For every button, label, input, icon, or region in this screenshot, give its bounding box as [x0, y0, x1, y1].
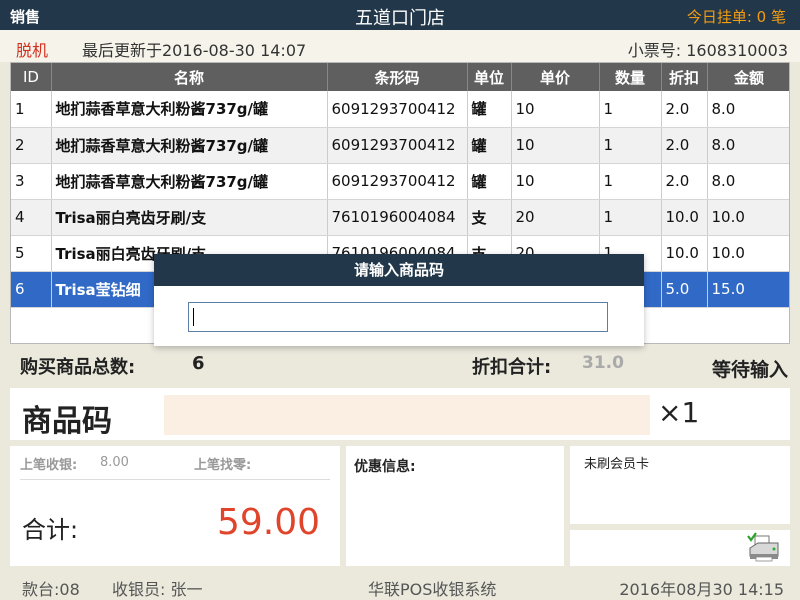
- cell-id: 1: [11, 91, 52, 128]
- col-name: 名称: [51, 63, 328, 91]
- cell-name: Trisa丽白亮齿牙刷/支: [51, 199, 328, 236]
- product-code-bar: 商品码 ×1: [10, 388, 790, 440]
- cell-price: 10: [511, 163, 600, 200]
- offline-status: 脱机: [16, 41, 49, 60]
- cell-qty: 1: [599, 127, 662, 164]
- cell-price: 20: [511, 199, 600, 236]
- cell-price: 10: [511, 91, 600, 128]
- held-orders-count: 0: [756, 8, 767, 26]
- cell-discount: 5.0: [661, 271, 708, 308]
- total-label: 合计:: [22, 516, 79, 544]
- discount-total-label: 折扣合计:: [472, 357, 552, 378]
- cell-barcode: 6091293700412: [327, 163, 468, 200]
- cell-unit: 罐: [467, 91, 512, 128]
- cell-barcode: 6091293700412: [327, 127, 468, 164]
- col-qty: 数量: [599, 63, 662, 91]
- cell-price: 10: [511, 127, 600, 164]
- table-row[interactable]: 1 地扪蒜香草意大利粉酱737g/罐 6091293700412 罐 10 1 …: [11, 91, 789, 128]
- receipt-number: 小票号: 1608310003: [628, 37, 788, 61]
- table-row[interactable]: 3 地扪蒜香草意大利粉酱737g/罐 6091293700412 罐 10 1 …: [11, 163, 789, 200]
- printer-icon[interactable]: [746, 532, 782, 564]
- text-caret: [193, 308, 194, 326]
- item-count-value: 6: [192, 353, 205, 374]
- info-bar: 脱机 最后更新于2016-08-30 14:07 小票号: 1608310003: [0, 30, 800, 62]
- col-discount: 折扣: [661, 63, 708, 91]
- cell-id: 5: [11, 235, 52, 272]
- cell-discount: 10.0: [661, 199, 708, 236]
- cell-barcode: 6091293700412: [327, 91, 468, 128]
- cell-qty: 1: [599, 163, 662, 200]
- member-card-status: 未刷会员卡: [584, 457, 650, 472]
- cell-discount: 10.0: [661, 235, 708, 272]
- cell-id: 3: [11, 163, 52, 200]
- last-payment-label: 上笔收银:: [20, 458, 78, 473]
- receipt-value: 1608310003: [686, 41, 788, 60]
- held-orders-unit: 笔: [770, 8, 786, 26]
- col-amount: 金额: [707, 63, 789, 91]
- cell-discount: 2.0: [661, 163, 708, 200]
- table-row[interactable]: 2 地扪蒜香草意大利粉酱737g/罐 6091293700412 罐 10 1 …: [11, 127, 789, 164]
- promo-label: 优惠信息:: [354, 459, 416, 475]
- member-panel[interactable]: 未刷会员卡: [570, 446, 790, 524]
- current-datetime: 2016年08月30 14:15: [619, 580, 784, 599]
- summary-bar: 购买商品总数: 6 折扣合计: 31.0 等待输入: [10, 346, 790, 382]
- col-barcode: 条形码: [327, 63, 468, 91]
- dialog-code-input[interactable]: [188, 302, 608, 332]
- dialog-title: 请输入商品码: [154, 254, 644, 286]
- cell-id: 4: [11, 199, 52, 236]
- input-status: 等待输入: [711, 359, 788, 381]
- table-row[interactable]: 4 Trisa丽白亮齿牙刷/支 7610196004084 支 20 1 10.…: [11, 199, 789, 236]
- divider: [20, 479, 330, 480]
- status-footer: 款台:08 收银员: 张一 华联POS收银系统 2016年08月30 14:15: [0, 572, 800, 600]
- cell-name: 地扪蒜香草意大利粉酱737g/罐: [51, 163, 328, 200]
- last-payment-value: 8.00: [100, 455, 129, 470]
- cell-discount: 2.0: [661, 91, 708, 128]
- cell-name: 地扪蒜香草意大利粉酱737g/罐: [51, 91, 328, 128]
- cell-amount: 10.0: [707, 235, 789, 272]
- col-id: ID: [11, 63, 52, 91]
- cell-unit: 罐: [467, 163, 512, 200]
- cell-amount: 10.0: [707, 199, 789, 236]
- cell-unit: 支: [467, 199, 512, 236]
- cell-amount: 8.0: [707, 91, 789, 128]
- product-code-input[interactable]: [164, 395, 650, 435]
- last-change-label: 上笔找零:: [194, 458, 252, 473]
- product-code-dialog: 请输入商品码: [154, 254, 644, 346]
- cell-amount: 8.0: [707, 163, 789, 200]
- item-count-label: 购买商品总数:: [20, 357, 136, 378]
- system-name: 华联POS收银系统: [368, 580, 497, 599]
- held-orders[interactable]: 今日挂单: 0 笔: [687, 6, 786, 27]
- quantity-multiplier: ×1: [658, 396, 700, 429]
- printer-panel: [570, 530, 790, 566]
- cashier-name: 收银员: 张一: [112, 580, 203, 599]
- cell-unit: 罐: [467, 127, 512, 164]
- col-unit: 单位: [467, 63, 512, 91]
- cell-qty: 1: [599, 199, 662, 236]
- cell-id: 2: [11, 127, 52, 164]
- cell-name: 地扪蒜香草意大利粉酱737g/罐: [51, 127, 328, 164]
- cell-qty: 1: [599, 91, 662, 128]
- promo-panel: 优惠信息:: [346, 446, 564, 566]
- col-price: 单价: [511, 63, 600, 91]
- product-code-label: 商品码: [22, 404, 112, 439]
- title-bar: 销售 五道口门店 今日挂单: 0 笔: [0, 0, 800, 30]
- last-update: 最后更新于2016-08-30 14:07: [82, 41, 307, 60]
- cell-id: 6: [11, 271, 52, 308]
- total-value: 59.00: [216, 502, 320, 543]
- cell-discount: 2.0: [661, 127, 708, 164]
- receipt-label: 小票号:: [627, 41, 682, 60]
- cell-amount: 15.0: [707, 271, 789, 308]
- cell-amount: 8.0: [707, 127, 789, 164]
- total-panel: 上笔收银: 8.00 上笔找零: 合计: 59.00: [10, 446, 340, 566]
- discount-total-value: 31.0: [582, 353, 624, 373]
- cell-barcode: 7610196004084: [327, 199, 468, 236]
- terminal-number: 款台:08: [22, 580, 80, 599]
- store-name: 五道口门店: [355, 8, 445, 29]
- held-orders-label: 今日挂单:: [686, 8, 752, 26]
- table-header-row: ID 名称 条形码 单位 单价 数量 折扣 金额: [11, 63, 789, 91]
